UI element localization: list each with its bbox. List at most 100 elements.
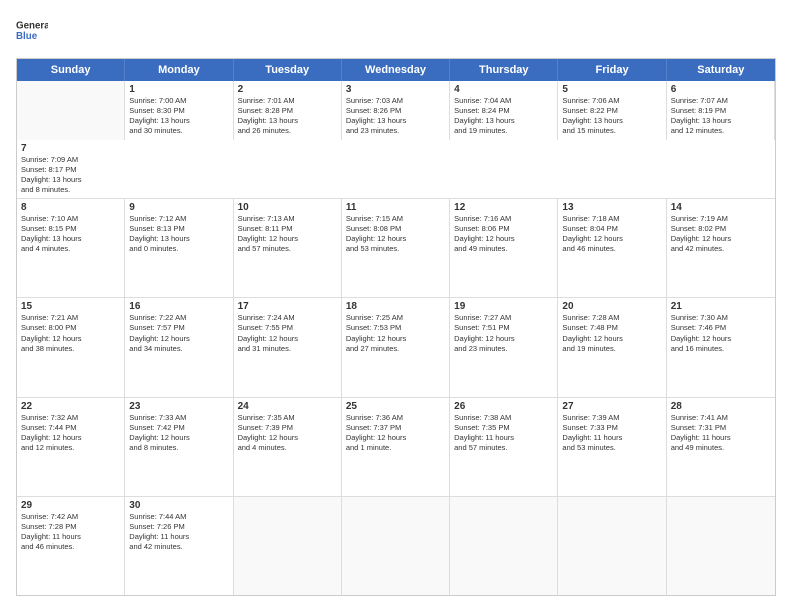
cell-text: Sunrise: 7:27 AMSunset: 7:51 PMDaylight:… (454, 313, 553, 354)
day-number: 12 (454, 202, 553, 213)
cell-text: Sunrise: 7:21 AMSunset: 8:00 PMDaylight:… (21, 313, 120, 354)
cell-text: Sunrise: 7:28 AMSunset: 7:48 PMDaylight:… (562, 313, 661, 354)
calendar-cell: 7Sunrise: 7:09 AMSunset: 8:17 PMDaylight… (17, 140, 125, 199)
calendar-body: 1Sunrise: 7:00 AMSunset: 8:30 PMDaylight… (17, 81, 775, 595)
cell-text: Sunrise: 7:07 AMSunset: 8:19 PMDaylight:… (671, 96, 770, 137)
day-number: 6 (671, 84, 770, 95)
day-number: 7 (21, 143, 121, 154)
weekday-header: Sunday (17, 59, 125, 81)
calendar-cell: 30Sunrise: 7:44 AMSunset: 7:26 PMDayligh… (125, 497, 233, 595)
cell-text: Sunrise: 7:32 AMSunset: 7:44 PMDaylight:… (21, 413, 120, 454)
page: General Blue SundayMondayTuesdayWednesda… (0, 0, 792, 612)
calendar-cell: 28Sunrise: 7:41 AMSunset: 7:31 PMDayligh… (667, 398, 775, 496)
day-number: 23 (129, 401, 228, 412)
calendar-cell (450, 497, 558, 595)
calendar-cell: 29Sunrise: 7:42 AMSunset: 7:28 PMDayligh… (17, 497, 125, 595)
weekday-header: Tuesday (234, 59, 342, 81)
cell-text: Sunrise: 7:04 AMSunset: 8:24 PMDaylight:… (454, 96, 553, 137)
cell-text: Sunrise: 7:19 AMSunset: 8:02 PMDaylight:… (671, 214, 771, 255)
day-number: 29 (21, 500, 120, 511)
svg-text:General: General (16, 20, 48, 31)
day-number: 20 (562, 301, 661, 312)
day-number: 17 (238, 301, 337, 312)
cell-text: Sunrise: 7:00 AMSunset: 8:30 PMDaylight:… (129, 96, 228, 137)
calendar-cell (667, 497, 775, 595)
day-number: 21 (671, 301, 771, 312)
calendar-row: 22Sunrise: 7:32 AMSunset: 7:44 PMDayligh… (17, 398, 775, 497)
logo-icon: General Blue (16, 16, 48, 48)
cell-text: Sunrise: 7:42 AMSunset: 7:28 PMDaylight:… (21, 512, 120, 553)
logo: General Blue (16, 16, 52, 48)
calendar-header: SundayMondayTuesdayWednesdayThursdayFrid… (17, 59, 775, 81)
calendar-cell (17, 81, 125, 140)
calendar-row: 8Sunrise: 7:10 AMSunset: 8:15 PMDaylight… (17, 199, 775, 298)
svg-text:Blue: Blue (16, 31, 38, 42)
cell-text: Sunrise: 7:41 AMSunset: 7:31 PMDaylight:… (671, 413, 771, 454)
cell-text: Sunrise: 7:10 AMSunset: 8:15 PMDaylight:… (21, 214, 120, 255)
day-number: 30 (129, 500, 228, 511)
calendar-cell: 23Sunrise: 7:33 AMSunset: 7:42 PMDayligh… (125, 398, 233, 496)
calendar-row: 15Sunrise: 7:21 AMSunset: 8:00 PMDayligh… (17, 298, 775, 397)
cell-text: Sunrise: 7:24 AMSunset: 7:55 PMDaylight:… (238, 313, 337, 354)
day-number: 14 (671, 202, 771, 213)
cell-text: Sunrise: 7:18 AMSunset: 8:04 PMDaylight:… (562, 214, 661, 255)
calendar-cell (342, 497, 450, 595)
cell-text: Sunrise: 7:36 AMSunset: 7:37 PMDaylight:… (346, 413, 445, 454)
calendar-cell: 27Sunrise: 7:39 AMSunset: 7:33 PMDayligh… (558, 398, 666, 496)
calendar-cell: 24Sunrise: 7:35 AMSunset: 7:39 PMDayligh… (234, 398, 342, 496)
calendar: SundayMondayTuesdayWednesdayThursdayFrid… (16, 58, 776, 596)
day-number: 8 (21, 202, 120, 213)
day-number: 16 (129, 301, 228, 312)
calendar-cell: 25Sunrise: 7:36 AMSunset: 7:37 PMDayligh… (342, 398, 450, 496)
cell-text: Sunrise: 7:06 AMSunset: 8:22 PMDaylight:… (562, 96, 661, 137)
calendar-cell: 8Sunrise: 7:10 AMSunset: 8:15 PMDaylight… (17, 199, 125, 297)
day-number: 3 (346, 84, 445, 95)
day-number: 24 (238, 401, 337, 412)
weekday-header: Saturday (667, 59, 775, 81)
day-number: 15 (21, 301, 120, 312)
day-number: 27 (562, 401, 661, 412)
calendar-cell: 2Sunrise: 7:01 AMSunset: 8:28 PMDaylight… (234, 81, 342, 140)
calendar-cell: 17Sunrise: 7:24 AMSunset: 7:55 PMDayligh… (234, 298, 342, 396)
day-number: 11 (346, 202, 445, 213)
day-number: 2 (238, 84, 337, 95)
calendar-cell: 19Sunrise: 7:27 AMSunset: 7:51 PMDayligh… (450, 298, 558, 396)
cell-text: Sunrise: 7:33 AMSunset: 7:42 PMDaylight:… (129, 413, 228, 454)
day-number: 5 (562, 84, 661, 95)
calendar-cell: 16Sunrise: 7:22 AMSunset: 7:57 PMDayligh… (125, 298, 233, 396)
calendar-row: 1Sunrise: 7:00 AMSunset: 8:30 PMDaylight… (17, 81, 775, 199)
calendar-cell: 11Sunrise: 7:15 AMSunset: 8:08 PMDayligh… (342, 199, 450, 297)
weekday-header: Thursday (450, 59, 558, 81)
calendar-cell: 26Sunrise: 7:38 AMSunset: 7:35 PMDayligh… (450, 398, 558, 496)
day-number: 10 (238, 202, 337, 213)
day-number: 13 (562, 202, 661, 213)
day-number: 4 (454, 84, 553, 95)
calendar-cell: 18Sunrise: 7:25 AMSunset: 7:53 PMDayligh… (342, 298, 450, 396)
calendar-cell: 5Sunrise: 7:06 AMSunset: 8:22 PMDaylight… (558, 81, 666, 140)
cell-text: Sunrise: 7:30 AMSunset: 7:46 PMDaylight:… (671, 313, 771, 354)
cell-text: Sunrise: 7:44 AMSunset: 7:26 PMDaylight:… (129, 512, 228, 553)
calendar-cell: 3Sunrise: 7:03 AMSunset: 8:26 PMDaylight… (342, 81, 450, 140)
day-number: 22 (21, 401, 120, 412)
cell-text: Sunrise: 7:03 AMSunset: 8:26 PMDaylight:… (346, 96, 445, 137)
day-number: 18 (346, 301, 445, 312)
calendar-cell: 22Sunrise: 7:32 AMSunset: 7:44 PMDayligh… (17, 398, 125, 496)
header: General Blue (16, 16, 776, 48)
weekday-header: Wednesday (342, 59, 450, 81)
cell-text: Sunrise: 7:13 AMSunset: 8:11 PMDaylight:… (238, 214, 337, 255)
calendar-cell: 4Sunrise: 7:04 AMSunset: 8:24 PMDaylight… (450, 81, 558, 140)
cell-text: Sunrise: 7:25 AMSunset: 7:53 PMDaylight:… (346, 313, 445, 354)
weekday-header: Friday (558, 59, 666, 81)
day-number: 26 (454, 401, 553, 412)
day-number: 1 (129, 84, 228, 95)
calendar-cell: 13Sunrise: 7:18 AMSunset: 8:04 PMDayligh… (558, 199, 666, 297)
cell-text: Sunrise: 7:22 AMSunset: 7:57 PMDaylight:… (129, 313, 228, 354)
cell-text: Sunrise: 7:12 AMSunset: 8:13 PMDaylight:… (129, 214, 228, 255)
cell-text: Sunrise: 7:38 AMSunset: 7:35 PMDaylight:… (454, 413, 553, 454)
calendar-cell: 6Sunrise: 7:07 AMSunset: 8:19 PMDaylight… (667, 81, 775, 140)
calendar-cell: 21Sunrise: 7:30 AMSunset: 7:46 PMDayligh… (667, 298, 775, 396)
calendar-cell: 15Sunrise: 7:21 AMSunset: 8:00 PMDayligh… (17, 298, 125, 396)
cell-text: Sunrise: 7:01 AMSunset: 8:28 PMDaylight:… (238, 96, 337, 137)
cell-text: Sunrise: 7:15 AMSunset: 8:08 PMDaylight:… (346, 214, 445, 255)
calendar-cell: 20Sunrise: 7:28 AMSunset: 7:48 PMDayligh… (558, 298, 666, 396)
